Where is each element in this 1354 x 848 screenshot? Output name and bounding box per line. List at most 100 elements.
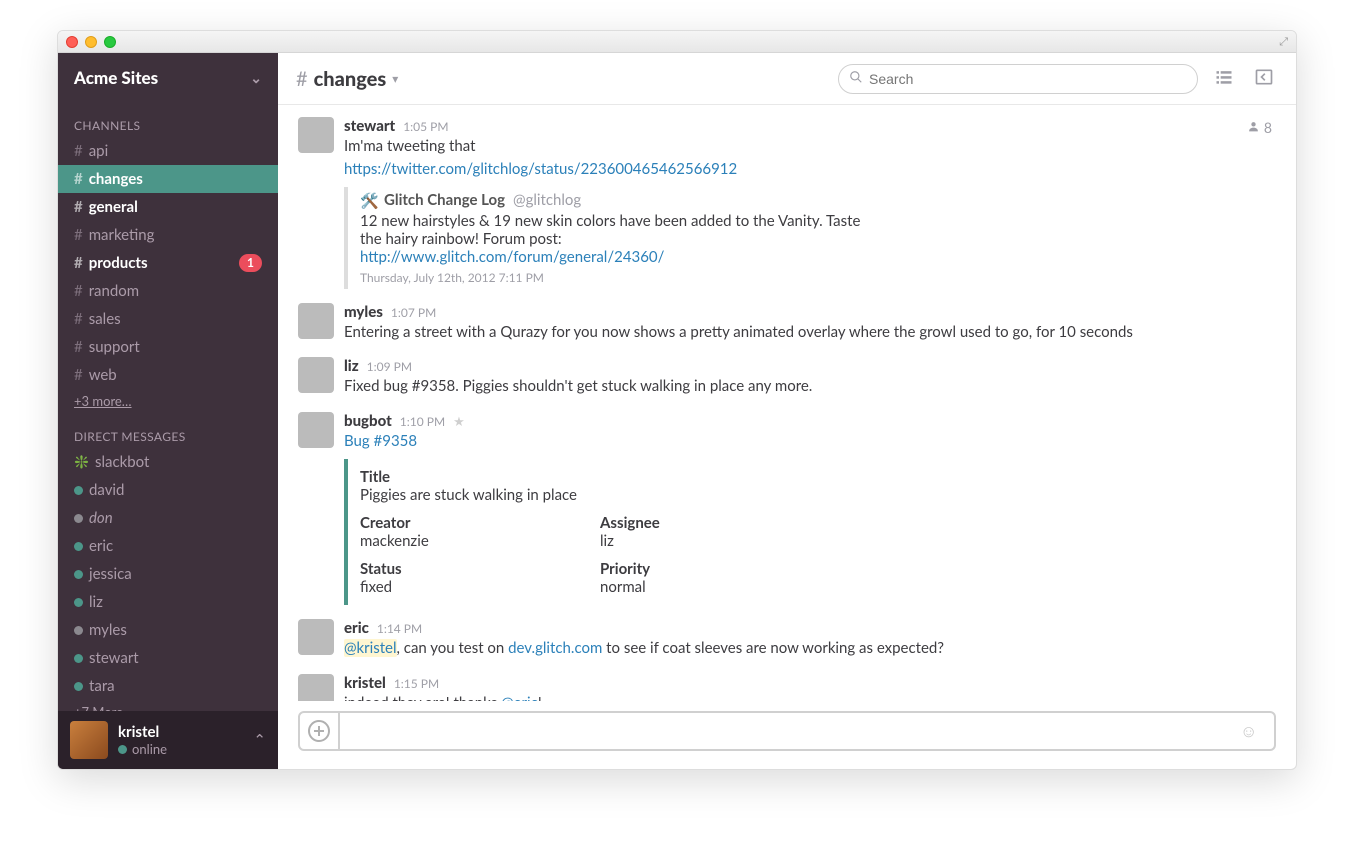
channel-item-random[interactable]: #random [58, 277, 278, 305]
preview-link[interactable]: http://www.glitch.com/forum/general/2436… [360, 248, 664, 266]
presence-dot-icon [74, 598, 83, 607]
timestamp: 1:09 PM [367, 359, 412, 374]
dm-item-tara[interactable]: tara [58, 672, 278, 700]
mention[interactable]: @eric [501, 694, 538, 702]
star-icon[interactable]: ★ [453, 413, 465, 430]
workspace-name: Acme Sites [74, 67, 158, 88]
dm-name: liz [89, 590, 103, 614]
sender-name[interactable]: stewart [344, 117, 395, 135]
channel-name: api [89, 139, 108, 163]
channel-item-changes[interactable]: #changes [58, 165, 278, 193]
minimize-window-icon[interactable] [85, 36, 97, 48]
dm-item-david[interactable]: david [58, 476, 278, 504]
workspace-switcher[interactable]: Acme Sites ⌄ [58, 53, 278, 102]
bot-icon: ❇️ [74, 450, 89, 474]
dm-item-stewart[interactable]: stewart [58, 644, 278, 672]
preview-source-name: Glitch Change Log [384, 191, 505, 209]
dm-item-myles[interactable]: myles [58, 616, 278, 644]
field-label: Status [360, 560, 560, 578]
sender-name[interactable]: myles [344, 303, 383, 321]
sender-name[interactable]: eric [344, 619, 369, 637]
emoji-icon[interactable]: ☺ [1240, 720, 1274, 742]
avatar[interactable] [298, 619, 334, 655]
link-preview: 🛠️ Glitch Change Log @glitchlog 12 new h… [344, 187, 1276, 289]
message-input[interactable] [340, 723, 1240, 740]
traffic-lights [66, 36, 116, 48]
current-user-status: online [132, 741, 167, 757]
hash-icon: # [74, 167, 83, 191]
avatar[interactable] [298, 303, 334, 339]
dm-more-link[interactable]: +7 More… [58, 700, 278, 711]
timestamp: 1:05 PM [403, 119, 448, 134]
bug-link[interactable]: Bug #9358 [344, 432, 417, 450]
link[interactable]: dev.glitch.com [508, 639, 602, 657]
hash-icon: # [74, 195, 83, 219]
fullscreen-icon[interactable]: ⤢ [1279, 35, 1288, 49]
channels-more-link[interactable]: +3 more… [58, 389, 278, 413]
search-input[interactable] [869, 71, 1187, 87]
timestamp: 1:15 PM [394, 676, 439, 691]
avatar[interactable] [298, 674, 334, 702]
channel-item-sales[interactable]: #sales [58, 305, 278, 333]
channel-name: random [89, 279, 139, 303]
avatar[interactable] [298, 357, 334, 393]
current-user-name: kristel [118, 723, 243, 741]
message: liz 1:09 PM Fixed bug #9358. Piggies shou… [298, 353, 1276, 408]
message-text: Entering a street with a Qurazy for you … [344, 322, 1276, 344]
dm-item-jessica[interactable]: jessica [58, 560, 278, 588]
avatar [70, 721, 108, 759]
dm-name: slackbot [95, 450, 149, 474]
avatar[interactable] [298, 117, 334, 153]
hash-icon: # [296, 67, 308, 91]
person-icon [1247, 119, 1260, 136]
member-count[interactable]: 8 [1247, 119, 1272, 136]
channel-list: #api#changes#general#marketing#products1… [58, 137, 278, 389]
avatar[interactable] [298, 412, 334, 448]
dm-item-slackbot[interactable]: ❇️slackbot [58, 448, 278, 476]
presence-dot-icon [74, 542, 83, 551]
sender-name[interactable]: liz [344, 357, 359, 375]
zoom-window-icon[interactable] [104, 36, 116, 48]
sender-name[interactable]: kristel [344, 674, 386, 692]
message-text: Fixed bug #9358. Piggies shouldn't get s… [344, 376, 1276, 398]
dm-item-don[interactable]: don [58, 504, 278, 532]
chevron-up-icon: ⌃ [253, 731, 266, 749]
channel-name: web [89, 363, 117, 387]
channel-item-support[interactable]: #support [58, 333, 278, 361]
list-view-icon[interactable] [1210, 63, 1238, 95]
hash-icon: # [74, 279, 83, 303]
preview-footer: Thursday, July 12th, 2012 7:11 PM [360, 270, 1276, 285]
current-user[interactable]: kristel online ⌃ [58, 711, 278, 769]
channel-title[interactable]: #changes ▾ [296, 67, 398, 91]
sender-name[interactable]: bugbot [344, 412, 392, 430]
channel-item-products[interactable]: #products1 [58, 249, 278, 277]
channel-item-general[interactable]: #general [58, 193, 278, 221]
channel-item-api[interactable]: #api [58, 137, 278, 165]
presence-dot-icon [74, 514, 83, 523]
channel-name: changes [89, 167, 143, 191]
timestamp: 1:10 PM [400, 414, 445, 429]
dm-item-eric[interactable]: eric [58, 532, 278, 560]
message-link[interactable]: https://twitter.com/glitchlog/status/223… [344, 160, 737, 178]
dm-item-liz[interactable]: liz [58, 588, 278, 616]
hash-icon: # [74, 223, 83, 247]
field-value: mackenzie [360, 532, 560, 550]
timestamp: 1:07 PM [391, 305, 436, 320]
toggle-pane-icon[interactable] [1250, 63, 1278, 95]
attach-button[interactable] [300, 713, 340, 749]
search-box[interactable] [838, 64, 1198, 94]
message-text: @kristel, can you test on dev.glitch.com… [344, 638, 1276, 660]
field-value: normal [600, 578, 800, 596]
presence-dot-icon [74, 570, 83, 579]
field-value: Piggies are stuck walking in place [360, 486, 1276, 504]
channel-item-web[interactable]: #web [58, 361, 278, 389]
close-window-icon[interactable] [66, 36, 78, 48]
search-icon [849, 70, 863, 88]
chevron-down-icon: ⌄ [250, 69, 262, 87]
channel-item-marketing[interactable]: #marketing [58, 221, 278, 249]
mention[interactable]: @kristel [344, 639, 397, 657]
dm-name: eric [89, 534, 113, 558]
presence-dot-icon [74, 486, 83, 495]
channel-name: sales [89, 307, 121, 331]
dm-name: stewart [89, 646, 139, 670]
